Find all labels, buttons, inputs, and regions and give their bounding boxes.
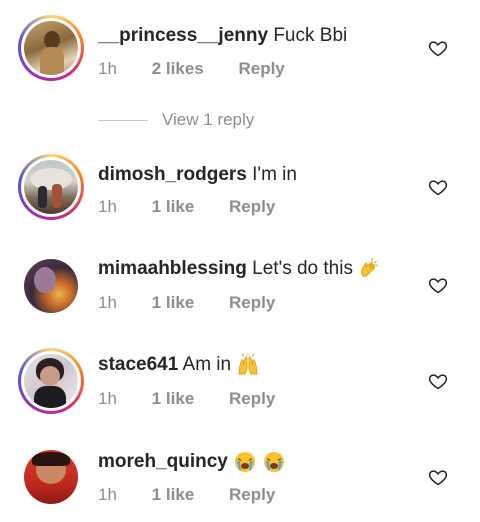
comment-time: 1h: [98, 293, 117, 312]
comment-time: 1h: [98, 389, 117, 408]
comment-line: stace641 Am in: [98, 354, 260, 376]
comment-line: dimosh_rodgers I'm in: [98, 164, 297, 186]
comment-text: Am in: [182, 354, 232, 376]
comment-item: __princess__jenny Fuck Bbi 1h 2 likes Re…: [0, 0, 480, 90]
comment-time: 1h: [98, 485, 117, 504]
comment-meta: 1h 2 likes Reply: [98, 59, 285, 79]
story-ring[interactable]: [18, 348, 84, 414]
view-replies-label: View 1 reply: [162, 110, 255, 129]
avatar[interactable]: [24, 21, 78, 75]
likes-count[interactable]: 1 like: [152, 389, 195, 409]
avatar[interactable]: [24, 354, 78, 408]
comment-meta: 1h 1 like Reply: [98, 485, 275, 505]
crying-face-icon: [264, 452, 285, 472]
raised-hands-icon: [238, 354, 258, 375]
comment-line: moreh_quincy: [98, 450, 286, 474]
comment-username[interactable]: dimosh_rodgers: [98, 164, 247, 185]
comment-username[interactable]: __princess__jenny: [98, 25, 268, 46]
avatar[interactable]: [24, 160, 78, 214]
comment-line: __princess__jenny Fuck Bbi: [98, 25, 347, 47]
avatar[interactable]: [24, 450, 78, 504]
reply-button[interactable]: Reply: [229, 197, 275, 216]
heart-icon[interactable]: [428, 467, 448, 487]
avatar[interactable]: [24, 259, 78, 313]
comment-line: mimaahblessing Let's do this: [98, 258, 380, 280]
comment-text: Let's do this: [252, 258, 353, 280]
comment-meta: 1h 1 like Reply: [98, 293, 275, 313]
likes-count[interactable]: 1 like: [152, 293, 195, 313]
story-ring[interactable]: [18, 154, 84, 220]
reply-button[interactable]: Reply: [229, 293, 275, 312]
likes-count[interactable]: 2 likes: [152, 59, 204, 79]
heart-icon[interactable]: [428, 371, 448, 391]
comment-item: mimaahblessing Let's do this 1h 1 like R…: [0, 238, 480, 328]
heart-icon[interactable]: [428, 177, 448, 197]
divider-line: [98, 119, 148, 121]
crying-face-icon: [235, 452, 256, 472]
comment-time: 1h: [98, 197, 117, 216]
comment-text: I'm in: [252, 164, 297, 185]
comment-meta: 1h 1 like Reply: [98, 389, 275, 409]
comment-username[interactable]: mimaahblessing: [98, 258, 247, 279]
reply-button[interactable]: Reply: [229, 485, 275, 504]
likes-count[interactable]: 1 like: [152, 485, 195, 505]
view-replies-button[interactable]: View 1 reply: [98, 110, 254, 130]
clapping-hands-icon: [361, 258, 379, 277]
comment-username[interactable]: stace641: [98, 354, 178, 375]
story-ring[interactable]: [18, 15, 84, 81]
comment-item: stace641 Am in 1h 1 like Reply: [0, 334, 480, 424]
comment-time: 1h: [98, 59, 117, 78]
comment-username[interactable]: moreh_quincy: [98, 451, 228, 472]
reply-button[interactable]: Reply: [229, 389, 275, 408]
heart-icon[interactable]: [428, 38, 448, 58]
likes-count[interactable]: 1 like: [152, 197, 195, 217]
comment-text: Fuck Bbi: [273, 25, 348, 46]
heart-icon[interactable]: [428, 275, 448, 295]
comment-meta: 1h 1 like Reply: [98, 197, 275, 217]
comment-item: moreh_quincy 1h 1 like Reply: [0, 430, 480, 520]
comment-item: dimosh_rodgers I'm in 1h 1 like Reply: [0, 140, 480, 230]
reply-button[interactable]: Reply: [238, 59, 284, 78]
